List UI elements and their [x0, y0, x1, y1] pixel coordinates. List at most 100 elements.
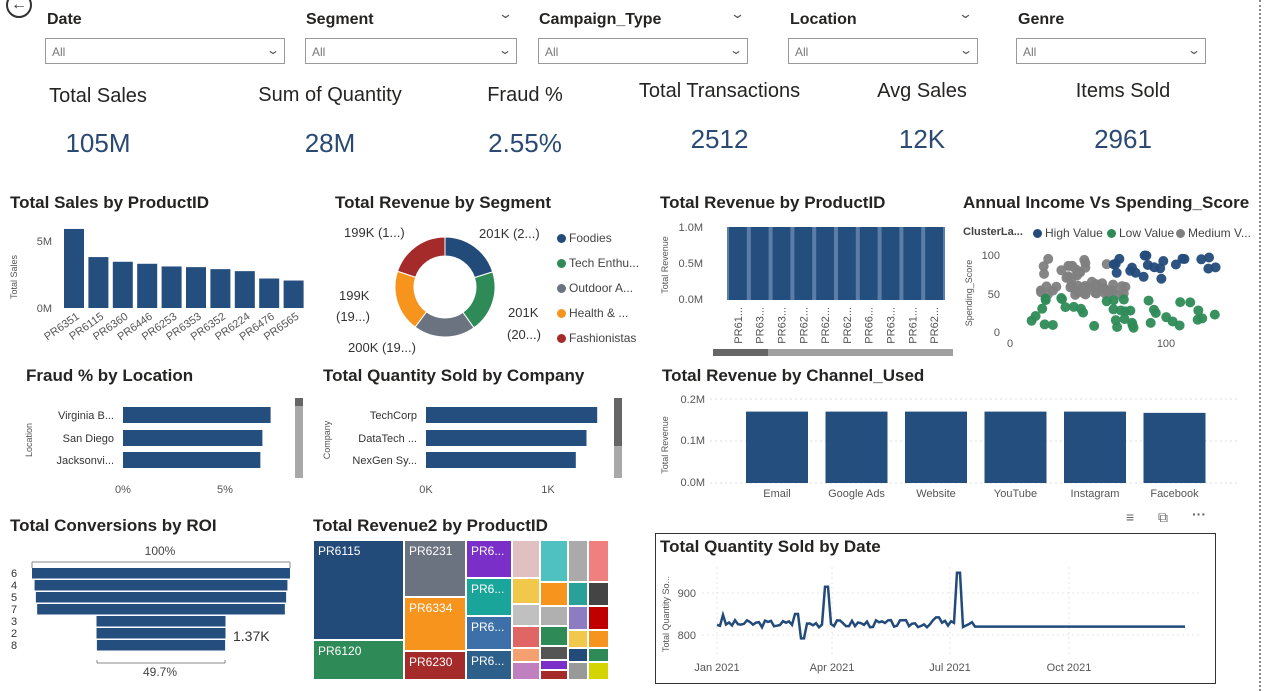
treemap-cell[interactable]	[588, 662, 609, 680]
filter-dropdown[interactable]: All ⌄	[305, 38, 517, 64]
bar	[123, 452, 261, 468]
filter-dropdown[interactable]: All ⌄	[538, 38, 748, 64]
treemap-cell[interactable]: PR6334	[404, 597, 466, 651]
treemap-cell[interactable]: PR6...	[466, 540, 512, 578]
treemap-cell[interactable]	[588, 582, 609, 606]
treemap-cell[interactable]	[568, 582, 588, 606]
treemap-cell[interactable]	[512, 540, 540, 578]
legend-item[interactable]: Fashionistas	[557, 331, 636, 345]
legend-dot	[557, 309, 566, 319]
fraud-by-location-chart: Location Virginia B... San Diego Jackson…	[24, 398, 303, 496]
filter-icon[interactable]: ≡	[1126, 509, 1134, 525]
scatter-point	[1060, 302, 1071, 313]
x-tick: 0K	[419, 484, 433, 496]
treemap-cell[interactable]	[540, 626, 568, 646]
chart-title: Total Sales by ProductID	[10, 193, 210, 212]
chevron-down-icon[interactable]: ⌄	[498, 6, 513, 22]
bar	[984, 411, 1047, 483]
bar	[905, 411, 967, 483]
back-arrow-icon[interactable]: ←	[6, 0, 32, 18]
treemap-cell[interactable]: PR6230	[404, 651, 466, 680]
legend-dot	[557, 259, 566, 269]
scrollbar-track[interactable]	[295, 398, 303, 478]
x-tick: PR62...	[842, 307, 854, 344]
funnel-bar	[34, 580, 288, 591]
bar	[1064, 411, 1126, 483]
treemap-cell[interactable]	[540, 606, 568, 626]
treemap-cell[interactable]: PR6...	[466, 616, 512, 650]
treemap-cell[interactable]	[512, 662, 540, 680]
treemap-cell[interactable]: PR6...	[466, 578, 512, 616]
treemap-cell[interactable]	[512, 626, 540, 648]
treemap-cell[interactable]	[588, 648, 609, 662]
treemap-cell[interactable]	[588, 630, 609, 648]
legend-label: Fashionistas	[569, 331, 637, 345]
focus-mode-icon[interactable]: ⧉	[1158, 509, 1168, 526]
treemap-cell[interactable]	[540, 670, 568, 680]
legend-item[interactable]: Medium V...	[1176, 226, 1251, 240]
legend-item[interactable]: High Value	[1033, 226, 1103, 240]
x-tick: Jul 2021	[929, 662, 971, 674]
chevron-down-icon[interactable]: ⌄	[958, 6, 973, 22]
scrollbar-thumb[interactable]	[713, 349, 768, 356]
treemap-cell[interactable]	[568, 606, 588, 630]
filter-title: Genre	[1018, 11, 1065, 28]
scatter-point	[1175, 297, 1186, 308]
treemap-cell[interactable]	[540, 646, 568, 660]
treemap-cell[interactable]	[588, 606, 609, 630]
filter-value: All	[1023, 45, 1037, 59]
more-options-icon[interactable]: ···	[1192, 506, 1206, 522]
chevron-down-icon[interactable]: ⌄	[730, 6, 745, 22]
treemap-cell[interactable]	[512, 604, 540, 626]
treemap-cell[interactable]	[540, 540, 568, 582]
quantity-by-date-line: Total Quantity So... 900 800 Jan 2021 Ap…	[661, 567, 1201, 674]
chart-title: Fraud % by Location	[26, 366, 194, 385]
kpi-total-sales-label: Total Sales	[49, 85, 147, 107]
funnel-bottom-label: 49.7%	[143, 665, 177, 679]
bar	[283, 280, 304, 308]
quantity-by-company-chart: Company TechCorp DataTech ... NexGen Sy.…	[322, 398, 622, 496]
treemap-cell[interactable]: PR6120	[313, 640, 404, 680]
legend-item[interactable]: Low Value	[1107, 226, 1174, 240]
y-tick: 0.1M	[681, 435, 705, 447]
scatter-point	[1148, 304, 1159, 315]
treemap-cell[interactable]	[568, 648, 588, 662]
treemap-cell[interactable]: PR6115	[313, 540, 404, 640]
chart-title: Total Quantity Sold by Company	[323, 366, 585, 385]
filter-dropdown[interactable]: All ⌄	[45, 38, 285, 64]
treemap-cell[interactable]	[512, 578, 540, 604]
chart-title: Total Revenue by Channel_Used	[662, 366, 925, 385]
treemap-cell[interactable]	[568, 662, 588, 680]
treemap-cell[interactable]	[540, 582, 568, 606]
x-tick: 0	[1007, 338, 1013, 350]
treemap-cell[interactable]: PR6231	[404, 540, 466, 597]
treemap-cell[interactable]	[588, 540, 609, 582]
treemap-cell[interactable]	[568, 630, 588, 648]
scatter-point	[1066, 279, 1077, 290]
scatter-point	[1108, 304, 1119, 315]
treemap-cell[interactable]: PR6...	[466, 650, 512, 680]
funnel-category: 8	[11, 640, 17, 652]
category-label: NexGen Sy...	[352, 455, 417, 467]
legend-item[interactable]: Outdoor A...	[557, 281, 633, 295]
filter-title: Campaign_Type	[539, 11, 662, 28]
x-tick: PR63...	[777, 307, 789, 344]
sales-by-product-chart: Total Sales 5M 0M PR6351PR6115PR6360PR64…	[9, 228, 304, 343]
scrollbar-thumb[interactable]	[614, 398, 622, 446]
conversions-funnel: 100% 6457328 1.37K 49.7%	[11, 544, 291, 679]
filter-value: All	[545, 45, 559, 59]
scatter-point	[1170, 259, 1181, 270]
y-tick: 0.5M	[679, 258, 703, 270]
treemap-cell[interactable]	[512, 648, 540, 662]
bar	[859, 227, 878, 300]
scrollbar-thumb[interactable]	[295, 398, 303, 406]
bar	[1143, 412, 1206, 483]
treemap-cell[interactable]	[540, 660, 568, 670]
legend-item[interactable]: Tech Enthu...	[557, 256, 639, 270]
filter-dropdown[interactable]: All ⌄	[1016, 38, 1206, 64]
treemap-cell[interactable]	[568, 540, 588, 582]
legend-item[interactable]: Foodies	[557, 231, 612, 245]
legend-item[interactable]: Health & ...	[557, 306, 628, 320]
funnel-category: 6	[11, 568, 17, 580]
filter-dropdown[interactable]: All ⌄	[788, 38, 978, 64]
